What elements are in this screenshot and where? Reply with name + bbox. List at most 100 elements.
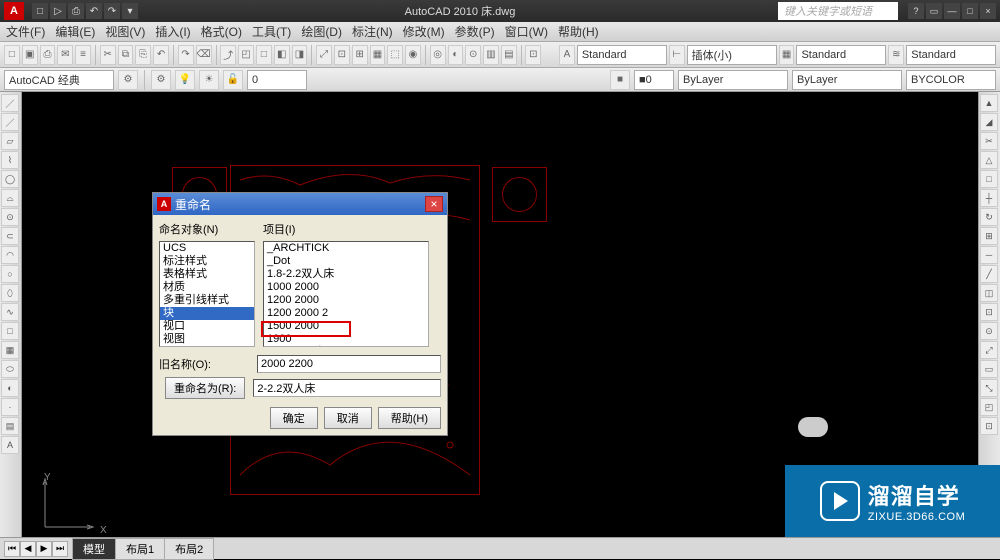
tb-copy[interactable]: ⧉ [118, 45, 134, 65]
list-item[interactable]: 材质 [160, 281, 254, 294]
xline-tool[interactable]: ／ [1, 113, 19, 131]
list-item[interactable]: 视口 [160, 320, 254, 333]
qat-dropdown[interactable]: ▾ [122, 3, 138, 19]
tb-zoom2[interactable]: □ [256, 45, 272, 65]
tab-layout1[interactable]: 布局1 [115, 538, 165, 560]
tb-ssm[interactable]: ▦ [370, 45, 386, 65]
pline-tool[interactable]: ▱ [1, 132, 19, 150]
tb-redo2[interactable]: ⌫ [196, 45, 212, 65]
list-item[interactable]: 1500 2000 [264, 320, 428, 333]
list-item[interactable]: UCS [160, 242, 254, 255]
nav-next-icon[interactable]: ▶ [36, 541, 52, 557]
minimize-button[interactable]: — [944, 3, 960, 19]
layer-props-icon[interactable]: ⚙ [151, 70, 171, 90]
list-item[interactable]: 图层 [160, 346, 254, 347]
tab-layout2[interactable]: 布局2 [164, 538, 214, 560]
list-item[interactable]: 视图 [160, 333, 254, 346]
tb-textstyle-icon[interactable]: A [559, 45, 575, 65]
ws-gear-icon[interactable]: ⚙ [118, 70, 138, 90]
list-item[interactable]: 1900 [264, 333, 428, 346]
fillet-tool[interactable]: ▭ [980, 360, 998, 378]
scale-tool[interactable]: ⊞ [980, 227, 998, 245]
hatch-tool[interactable]: ▦ [1, 341, 19, 359]
infocenter-icon[interactable]: ? [908, 3, 924, 19]
nav-first-icon[interactable]: ⏮ [4, 541, 20, 557]
lineweight-combo[interactable]: ByLayer [792, 70, 902, 90]
circle-tool[interactable]: ⊙ [1, 208, 19, 226]
table-style-combo[interactable]: Standard [796, 45, 886, 65]
menu-help[interactable]: 帮助(H) [558, 23, 599, 40]
tb-undo2[interactable]: ↷ [178, 45, 194, 65]
tb-cut[interactable]: ✂ [100, 45, 116, 65]
tb-misc1[interactable]: ◎ [430, 45, 446, 65]
rename-to-button[interactable]: 重命名为(R): [165, 377, 245, 399]
join-tool[interactable]: ⊙ [980, 322, 998, 340]
tb-dc[interactable]: ⊡ [334, 45, 350, 65]
ml-style-combo[interactable]: Standard [906, 45, 996, 65]
tb-misc5[interactable]: ▤ [501, 45, 517, 65]
erase-tool[interactable]: ▲ [980, 94, 998, 112]
tb-help[interactable]: ⊡ [525, 45, 541, 65]
list-item[interactable]: _ARCHTICK [264, 242, 428, 255]
qat-undo[interactable]: ↶ [86, 3, 102, 19]
menu-insert[interactable]: 插入(I) [155, 23, 190, 40]
items-list[interactable]: _ARCHTICK _Dot 1.8-2.2双人床 1000 2000 1200… [263, 241, 429, 347]
arc-tool[interactable]: ⌓ [1, 189, 19, 207]
dialog-close-button[interactable]: × [425, 196, 443, 212]
qat-print[interactable]: ⎙ [68, 3, 84, 19]
rotate-tool[interactable]: ↻ [980, 208, 998, 226]
tb-pan[interactable]: ⤴ [220, 45, 236, 65]
list-item[interactable]: 2-2.2双人床 [264, 346, 428, 347]
tb-markup[interactable]: ⬚ [387, 45, 403, 65]
rectangle-tool[interactable]: ◯ [1, 170, 19, 188]
help-search[interactable]: 键入关键字或短语 [778, 2, 898, 20]
tb-paste[interactable]: ⎘ [135, 45, 151, 65]
extend-tool[interactable]: ◫ [980, 284, 998, 302]
list-item-selected[interactable]: 块 [160, 307, 254, 320]
line-tool[interactable]: ／ [1, 94, 19, 112]
table-tool[interactable]: ▤ [1, 417, 19, 435]
qat-new[interactable]: □ [32, 3, 48, 19]
color-combo[interactable]: ■0 [634, 70, 674, 90]
tb-prop[interactable]: ⤢ [316, 45, 332, 65]
tb-zoom4[interactable]: ◨ [292, 45, 308, 65]
list-item[interactable]: 1.8-2.2双人床 [264, 268, 428, 281]
mirror-tool[interactable]: ✂ [980, 132, 998, 150]
named-objects-list[interactable]: UCS 标注样式 表格样式 材质 多重引线样式 块 视口 视图 图层 文字样式 … [159, 241, 255, 347]
stretch-tool[interactable]: ─ [980, 246, 998, 264]
tb-mail[interactable]: ✉ [57, 45, 73, 65]
menu-edit[interactable]: 编辑(E) [55, 23, 95, 40]
old-name-input[interactable] [257, 355, 441, 373]
tb-dimstyle-icon[interactable]: ⊢ [669, 45, 685, 65]
qat-redo[interactable]: ↷ [104, 3, 120, 19]
offset-tool[interactable]: △ [980, 151, 998, 169]
rename-to-input[interactable] [253, 379, 441, 397]
point-tool[interactable]: · [1, 398, 19, 416]
insert-tool[interactable]: ∿ [1, 303, 19, 321]
dialog-titlebar[interactable]: A 重命名 × [153, 193, 447, 215]
tb-tablestyle-icon[interactable]: ▦ [779, 45, 795, 65]
tb-misc3[interactable]: ⊙ [465, 45, 481, 65]
color-swatch-icon[interactable]: ■ [610, 70, 630, 90]
mtext-tool[interactable]: A [1, 436, 19, 454]
nav-prev-icon[interactable]: ◀ [20, 541, 36, 557]
move-tool[interactable]: ┼ [980, 189, 998, 207]
menu-file[interactable]: 文件(F) [6, 23, 45, 40]
tb-misc2[interactable]: ◐ [448, 45, 464, 65]
block-tool[interactable]: □ [1, 322, 19, 340]
layer-freeze-icon[interactable]: ☀ [199, 70, 219, 90]
tab-model[interactable]: 模型 [72, 538, 116, 560]
list-item[interactable]: 1200 2000 [264, 294, 428, 307]
comm-icon[interactable]: ▭ [926, 3, 942, 19]
menu-tools[interactable]: 工具(T) [252, 23, 291, 40]
menu-modify[interactable]: 修改(M) [403, 23, 445, 40]
nav-last-icon[interactable]: ⏭ [52, 541, 68, 557]
mod1-tool[interactable]: ◰ [980, 398, 998, 416]
tb-save[interactable]: ⎙ [40, 45, 56, 65]
maximize-button[interactable]: □ [962, 3, 978, 19]
tb-calc[interactable]: ◉ [405, 45, 421, 65]
spline-tool[interactable]: ◠ [1, 246, 19, 264]
region-tool[interactable]: ◐ [1, 379, 19, 397]
dim-style-combo[interactable]: 插体(小) [687, 45, 777, 65]
menu-parametric[interactable]: 参数(P) [455, 23, 495, 40]
